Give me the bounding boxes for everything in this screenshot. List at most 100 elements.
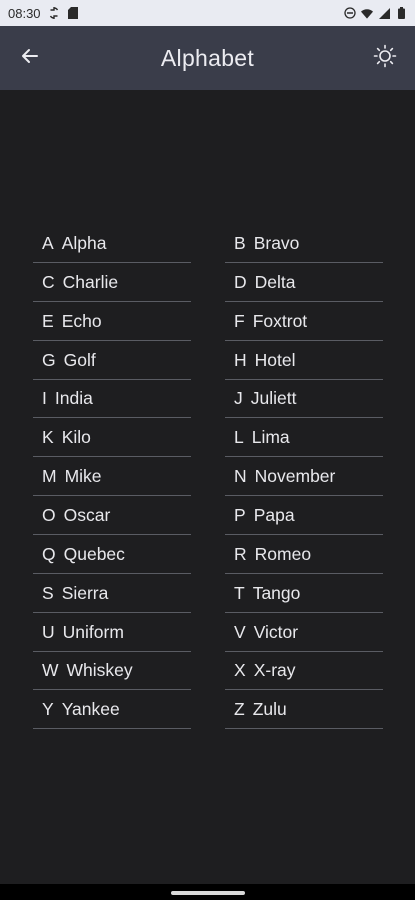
- alphabet-letter: X: [234, 660, 246, 681]
- alphabet-letter: M: [42, 466, 57, 487]
- alphabet-item[interactable]: A Alpha: [33, 225, 191, 263]
- alphabet-item[interactable]: E Echo: [33, 303, 191, 341]
- alphabet-row: I India J Juliett: [0, 380, 415, 419]
- alphabet-row: C Charlie D Delta: [0, 264, 415, 303]
- alphabet-letter: S: [42, 582, 54, 603]
- alphabet-item[interactable]: D Delta: [225, 264, 383, 302]
- alphabet-item[interactable]: K Kilo: [33, 419, 191, 458]
- alphabet-word: Golf: [63, 349, 96, 370]
- alphabet-letter: B: [234, 233, 246, 253]
- alphabet-letter: Y: [42, 699, 54, 720]
- alphabet-word: Tango: [252, 582, 301, 603]
- alphabet-letter: O: [42, 504, 56, 525]
- alphabet-word: Alpha: [61, 233, 107, 253]
- alphabet-item[interactable]: Z Zulu: [225, 691, 383, 730]
- alphabet-word: Quebec: [63, 543, 125, 564]
- alphabet-word: Hotel: [254, 349, 296, 370]
- sun-icon: [373, 44, 397, 73]
- alphabet-word: Kilo: [61, 427, 91, 448]
- app-screen: 08:30 Alphabet A Alpha B Bravo C Charlie…: [0, 0, 415, 900]
- alphabet-word: Zulu: [252, 699, 287, 720]
- status-bar: 08:30: [0, 0, 415, 26]
- alphabet-word: Charlie: [62, 271, 119, 292]
- signal-icon: [378, 7, 390, 19]
- alphabet-letter: R: [234, 543, 247, 564]
- battery-icon: [395, 7, 407, 19]
- alphabet-letter: W: [42, 660, 59, 681]
- alphabet-item[interactable]: O Oscar: [33, 497, 191, 535]
- alphabet-row: E Echo F Foxtrot: [0, 303, 415, 342]
- alphabet-word: Delta: [254, 271, 296, 292]
- alphabet-letter: K: [42, 427, 54, 448]
- alphabet-item[interactable]: M Mike: [33, 458, 191, 497]
- alphabet-word: Echo: [61, 310, 102, 331]
- alphabet-item[interactable]: U Uniform: [33, 614, 191, 652]
- alphabet-item[interactable]: H Hotel: [225, 342, 383, 380]
- alphabet-row: K Kilo L Lima: [0, 419, 415, 458]
- alphabet-item[interactable]: F Foxtrot: [225, 303, 383, 341]
- alphabet-letter: F: [234, 310, 245, 331]
- alphabet-letter: L: [234, 427, 244, 448]
- alphabet-item[interactable]: P Papa: [225, 497, 383, 535]
- alphabet-word: Sierra: [61, 582, 109, 603]
- wifi-icon: [361, 7, 373, 19]
- alphabet-letter: I: [42, 388, 47, 409]
- alphabet-letter: P: [234, 504, 246, 525]
- app-bar: Alphabet: [0, 26, 415, 90]
- alphabet-row: U Uniform V Victor: [0, 614, 415, 653]
- alphabet-item[interactable]: B Bravo: [225, 225, 383, 263]
- alphabet-item[interactable]: N November: [225, 458, 383, 497]
- alphabet-row: Y Yankee Z Zulu: [0, 691, 415, 730]
- alphabet-item[interactable]: W Whiskey: [33, 652, 191, 691]
- do-not-disturb-icon: [344, 7, 356, 19]
- alphabet-word: X-ray: [253, 660, 296, 681]
- alphabet-letter: J: [234, 388, 243, 409]
- theme-toggle-button[interactable]: [369, 42, 401, 74]
- alphabet-word: Oscar: [63, 504, 111, 525]
- alphabet-letter: U: [42, 621, 55, 642]
- alphabet-item[interactable]: T Tango: [225, 575, 383, 613]
- alphabet-item[interactable]: C Charlie: [33, 264, 191, 302]
- alphabet-word: Lima: [251, 427, 290, 448]
- alphabet-letter: D: [234, 271, 247, 292]
- alphabet-row: Q Quebec R Romeo: [0, 536, 415, 575]
- alphabet-word: Uniform: [62, 621, 124, 642]
- alphabet-item[interactable]: X X-ray: [225, 652, 383, 691]
- alphabet-word: Yankee: [61, 699, 120, 720]
- alphabet-word: Mike: [64, 466, 102, 487]
- alphabet-row: S Sierra T Tango: [0, 575, 415, 614]
- alphabet-letter: A: [42, 233, 54, 253]
- alphabet-item[interactable]: Q Quebec: [33, 536, 191, 574]
- alphabet-item[interactable]: S Sierra: [33, 575, 191, 613]
- alphabet-word: Papa: [253, 504, 295, 525]
- alphabet-row: M Mike N November: [0, 458, 415, 497]
- alphabet-item[interactable]: Y Yankee: [33, 691, 191, 730]
- alphabet-letter: H: [234, 349, 247, 370]
- alphabet-item[interactable]: G Golf: [33, 342, 191, 380]
- alphabet-letter: Z: [234, 699, 245, 720]
- navigation-bar: [0, 884, 415, 900]
- alphabet-letter: N: [234, 466, 247, 487]
- alphabet-letter: C: [42, 271, 55, 292]
- alphabet-letter: E: [42, 310, 54, 331]
- page-title: Alphabet: [160, 44, 255, 71]
- alphabet-item[interactable]: I India: [33, 380, 191, 419]
- alphabet-word: India: [54, 388, 93, 409]
- alphabet-letter: T: [234, 582, 245, 603]
- sd-card-icon: [67, 7, 79, 19]
- alphabet-item[interactable]: L Lima: [225, 419, 383, 458]
- alphabet-item[interactable]: R Romeo: [225, 536, 383, 574]
- alphabet-word: November: [254, 466, 336, 487]
- alphabet-row: A Alpha B Bravo: [0, 225, 415, 264]
- alphabet-row: G Golf H Hotel: [0, 342, 415, 381]
- sync-icon: [48, 7, 60, 19]
- gesture-handle[interactable]: [171, 891, 245, 895]
- alphabet-item[interactable]: V Victor: [225, 614, 383, 652]
- alphabet-item[interactable]: J Juliett: [225, 380, 383, 419]
- alphabet-letter: Q: [42, 543, 56, 564]
- alphabet-row: O Oscar P Papa: [0, 497, 415, 536]
- alphabet-letter: V: [234, 621, 246, 642]
- arrow-left-icon: [20, 46, 40, 71]
- alphabet-word: Whiskey: [66, 660, 133, 681]
- back-button[interactable]: [14, 42, 46, 74]
